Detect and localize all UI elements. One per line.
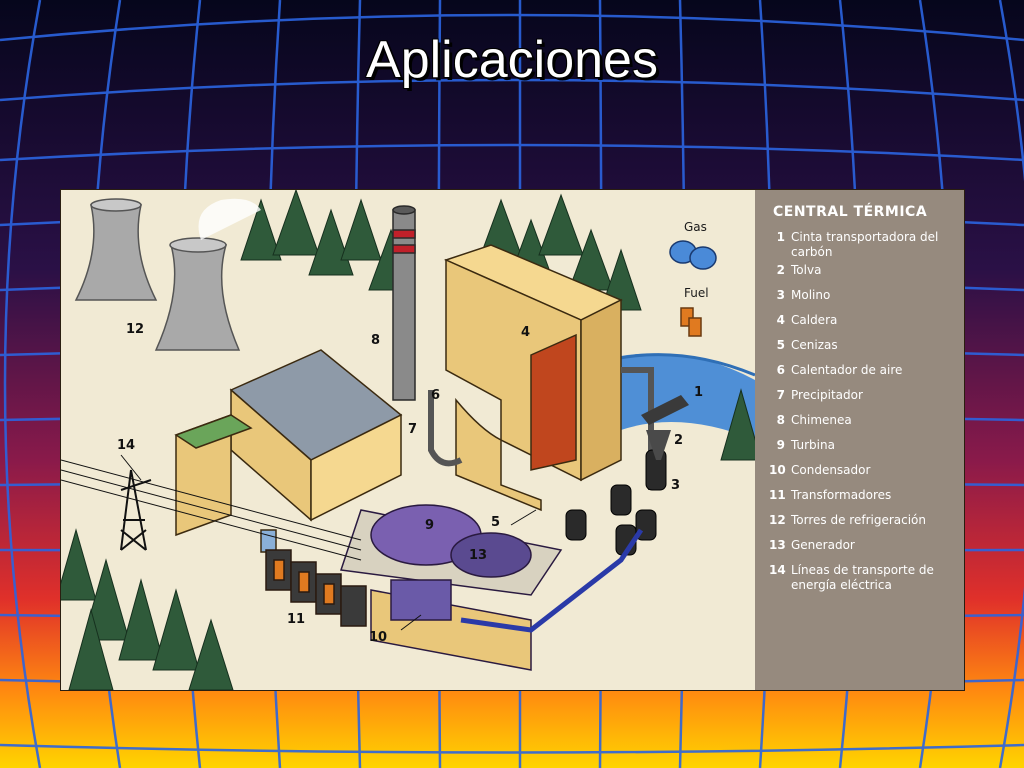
power-plant-diagram: Gas Fuel 1 2 3 4 5 6 7 8 9 10 11 12 13 1… (61, 190, 964, 690)
legend-item: 3 Molino (769, 288, 959, 313)
callout-12: 12 (126, 322, 145, 337)
gas-label: Gas (684, 220, 707, 234)
legend-label: Precipitador (791, 388, 863, 402)
legend-item: 2 Tolva (769, 263, 959, 288)
legend-label: Cenizas (791, 338, 838, 352)
legend-item: 14 Líneas de transporte de energía eléct… (769, 563, 959, 596)
legend-item: 7 Precipitador (769, 388, 959, 413)
legend-label: Caldera (791, 313, 838, 327)
legend-item: 13 Generador (769, 538, 959, 563)
legend-item: 4 Caldera (769, 313, 959, 338)
callout-8: 8 (371, 333, 381, 348)
legend-label: Cinta transportadora del carbón (791, 230, 939, 259)
legend-number: 5 (776, 338, 785, 352)
legend-number: 2 (776, 263, 785, 277)
callout-13: 13 (469, 548, 488, 563)
legend-item: 6 Calentador de aire (769, 363, 959, 388)
plant-illustration (61, 190, 755, 690)
legend-number: 12 (769, 513, 786, 527)
legend-label: Tolva (791, 263, 822, 277)
legend-number: 4 (776, 313, 785, 327)
legend-panel: CENTRAL TÉRMICA 1 Cinta transportadora d… (755, 190, 964, 690)
legend-item: 10 Condensador (769, 463, 959, 488)
callout-4: 4 (521, 325, 531, 340)
legend-item: 8 Chimenea (769, 413, 959, 438)
legend-number: 1 (776, 230, 785, 244)
legend-number: 13 (769, 538, 786, 552)
callout-10: 10 (369, 630, 388, 645)
chimney (392, 205, 416, 401)
legend-label: Torres de refrigeración (791, 513, 926, 527)
legend-title: CENTRAL TÉRMICA (773, 204, 928, 220)
legend-label: Molino (791, 288, 831, 302)
legend-number: 7 (776, 388, 785, 402)
legend-number: 8 (776, 413, 785, 427)
callout-2: 2 (674, 433, 684, 448)
callout-1: 1 (694, 385, 704, 400)
slide-title: Aplicaciones (366, 31, 658, 89)
legend-number: 3 (776, 288, 785, 302)
callout-5: 5 (491, 515, 501, 530)
legend-number: 14 (769, 563, 786, 577)
legend-item: 9 Turbina (769, 438, 959, 463)
legend-label: Calentador de aire (791, 363, 903, 377)
legend-label: Condensador (791, 463, 871, 477)
callout-7: 7 (408, 422, 418, 437)
legend-number: 9 (776, 438, 785, 452)
callout-11: 11 (287, 612, 306, 627)
legend-label: Transformadores (791, 488, 892, 502)
legend-item: 12 Torres de refrigeración (769, 513, 959, 538)
legend-item: 11 Transformadores (769, 488, 959, 513)
legend-number: 10 (769, 463, 786, 477)
legend-label: Generador (791, 538, 855, 552)
callout-6: 6 (431, 388, 441, 403)
callout-9: 9 (425, 518, 435, 533)
legend-number: 6 (776, 363, 785, 377)
legend-item: 1 Cinta transportadora del carbón (769, 230, 959, 263)
legend-number: 11 (769, 488, 786, 502)
legend-label: Líneas de transporte de energía eléctric… (791, 563, 934, 592)
fuel-label: Fuel (684, 286, 709, 300)
legend-label: Turbina (791, 438, 835, 452)
callout-14: 14 (117, 438, 136, 453)
callout-3: 3 (671, 478, 681, 493)
legend-item: 5 Cenizas (769, 338, 959, 363)
legend-label: Chimenea (791, 413, 852, 427)
legend-list: 1 Cinta transportadora del carbón 2 Tolv… (769, 230, 959, 596)
